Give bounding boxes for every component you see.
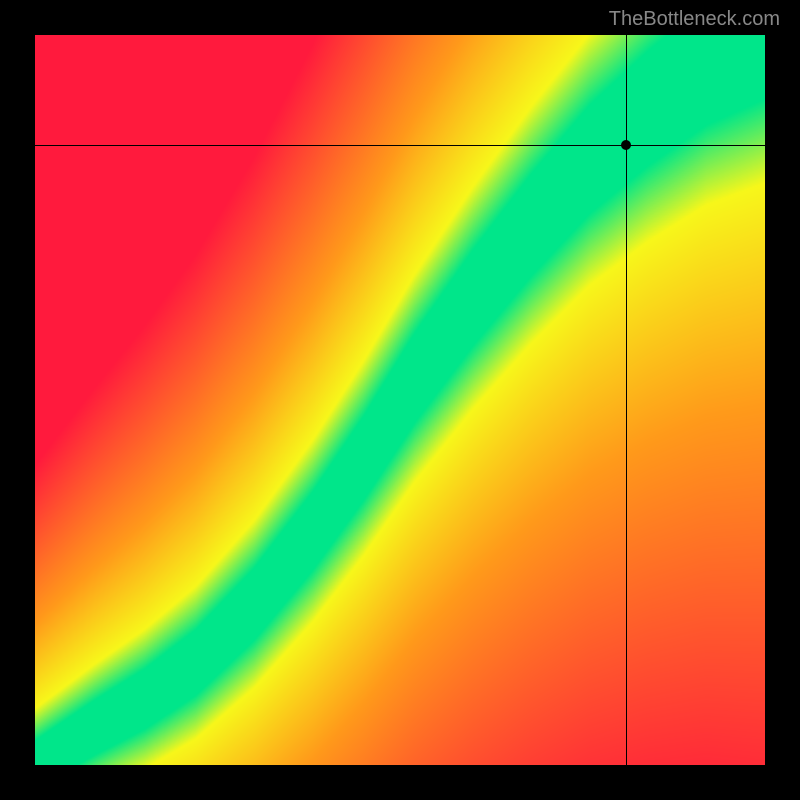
selection-marker [621, 140, 631, 150]
watermark-label: TheBottleneck.com [609, 8, 780, 31]
crosshair-horizontal [35, 145, 765, 146]
